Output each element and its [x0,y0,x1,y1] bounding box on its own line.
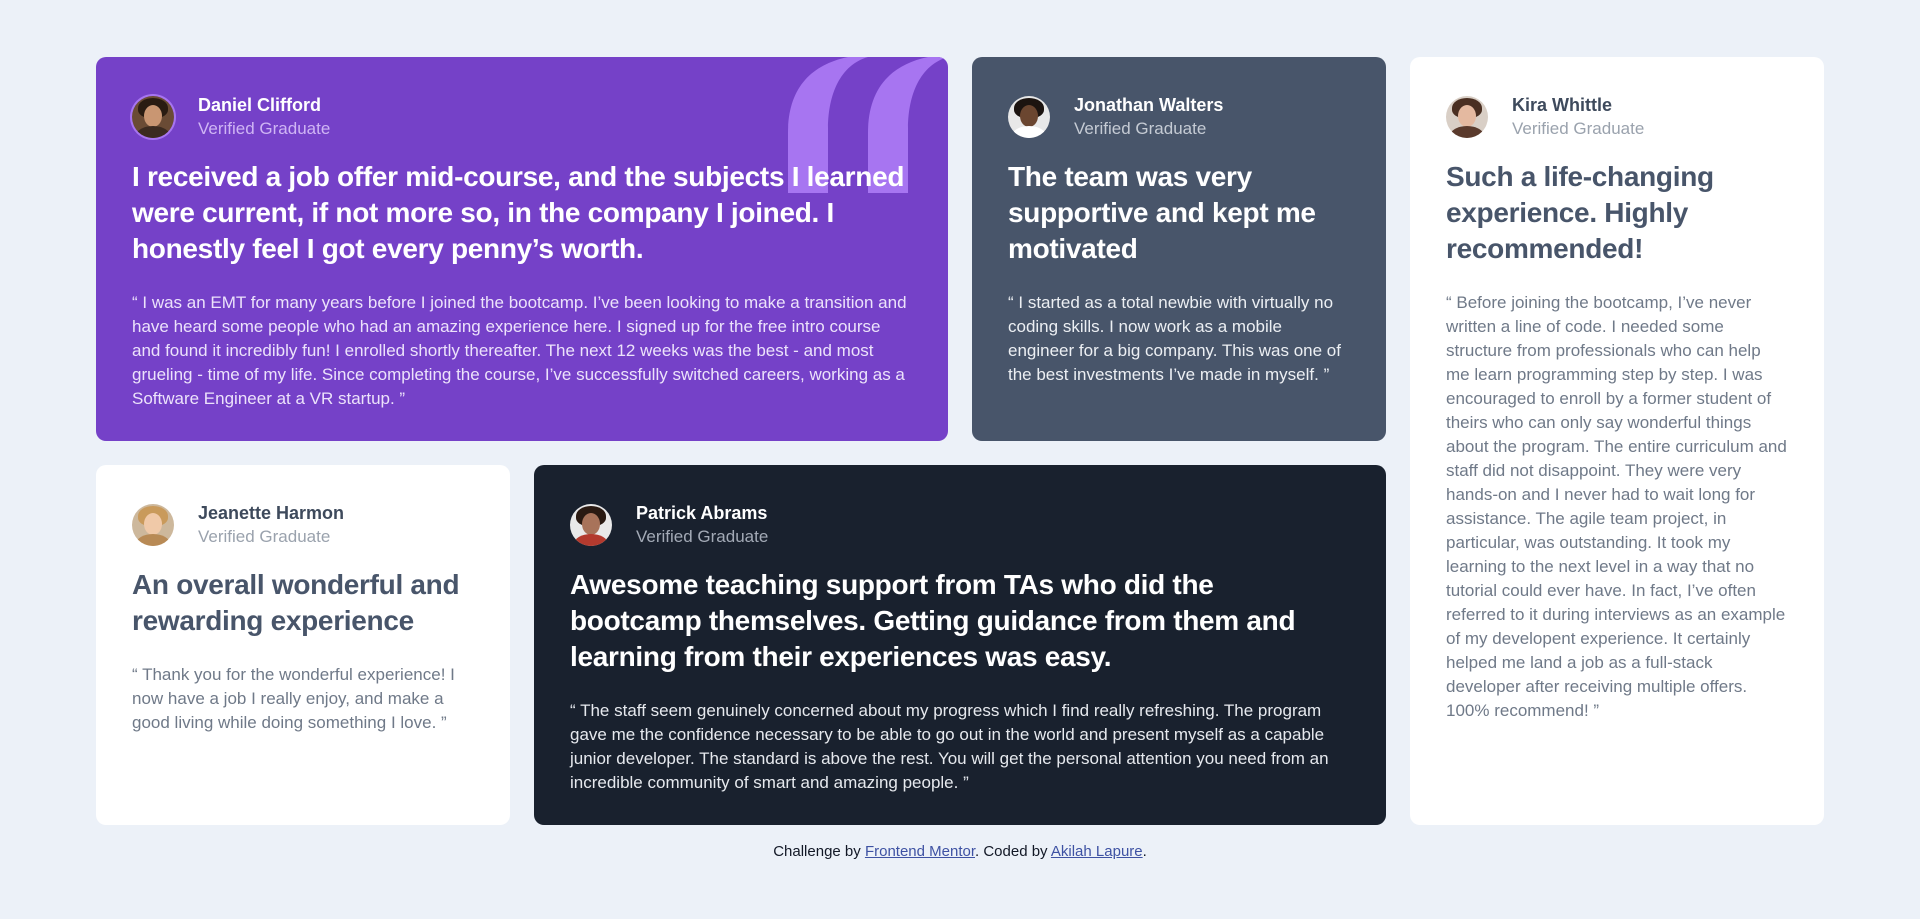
author-name: Jeanette Harmon [198,503,345,523]
author-header: Daniel Clifford Verified Graduate [132,93,912,141]
testimonial-headline: I received a job offer mid-course, and t… [132,161,905,264]
author-name: Jonathan Walters [1074,95,1224,115]
attribution-suffix: . [1142,843,1147,860]
author-header: Kira Whittle Verified Graduate [1446,93,1788,141]
testimonial-card-daniel: Daniel Clifford Verified Graduate I rece… [96,57,948,441]
attribution-middle: . Coded by [975,843,1051,860]
testimonials-grid: Daniel Clifford Verified Graduate I rece… [96,57,1824,825]
testimonial-card-jonathan: Jonathan Walters Verified Graduate The t… [972,57,1386,441]
testimonial-quote: “ The staff seem genuinely concerned abo… [570,701,1329,792]
author-name: Daniel Clifford [198,95,322,115]
testimonial-quote: “ Thank you for the wonderful experience… [132,665,455,732]
author-role: Verified Graduate [636,527,769,546]
author-link[interactable]: Akilah Lapure [1051,843,1143,860]
author-header: Jeanette Harmon Verified Graduate [132,501,474,549]
author-name: Patrick Abrams [636,503,768,523]
attribution-footer: Challenge by Frontend Mentor. Coded by A… [0,843,1920,860]
author-role: Verified Graduate [198,119,331,138]
author-role: Verified Graduate [1512,119,1645,138]
testimonial-card-patrick: Patrick Abrams Verified Graduate Awesome… [534,465,1386,825]
testimonial-card-kira: Kira Whittle Verified Graduate Such a li… [1410,57,1824,825]
testimonial-headline: The team was very supportive and kept me… [1008,161,1316,264]
testimonial-quote: “ Before joining the bootcamp, I’ve neve… [1446,293,1787,720]
avatar-patrick-icon [570,504,612,546]
author-header: Patrick Abrams Verified Graduate [570,501,1350,549]
avatar-kira-icon [1446,96,1488,138]
testimonial-headline: Such a life-changing experience. Highly … [1446,161,1714,264]
attribution-prefix: Challenge by [773,843,865,860]
author-role: Verified Graduate [198,527,331,546]
author-name: Kira Whittle [1512,95,1613,115]
testimonial-quote: “ I started as a total newbie with virtu… [1008,293,1341,384]
testimonial-headline: An overall wonderful and rewarding exper… [132,569,460,636]
testimonial-headline: Awesome teaching support from TAs who di… [570,569,1296,672]
author-header: Jonathan Walters Verified Graduate [1008,93,1350,141]
avatar-jeanette-icon [132,504,174,546]
author-role: Verified Graduate [1074,119,1207,138]
avatar-daniel-icon [132,96,174,138]
avatar-jonathan-icon [1008,96,1050,138]
frontend-mentor-link[interactable]: Frontend Mentor [865,843,975,860]
testimonial-card-jeanette: Jeanette Harmon Verified Graduate An ove… [96,465,510,825]
testimonial-quote: “ I was an EMT for many years before I j… [132,293,907,408]
